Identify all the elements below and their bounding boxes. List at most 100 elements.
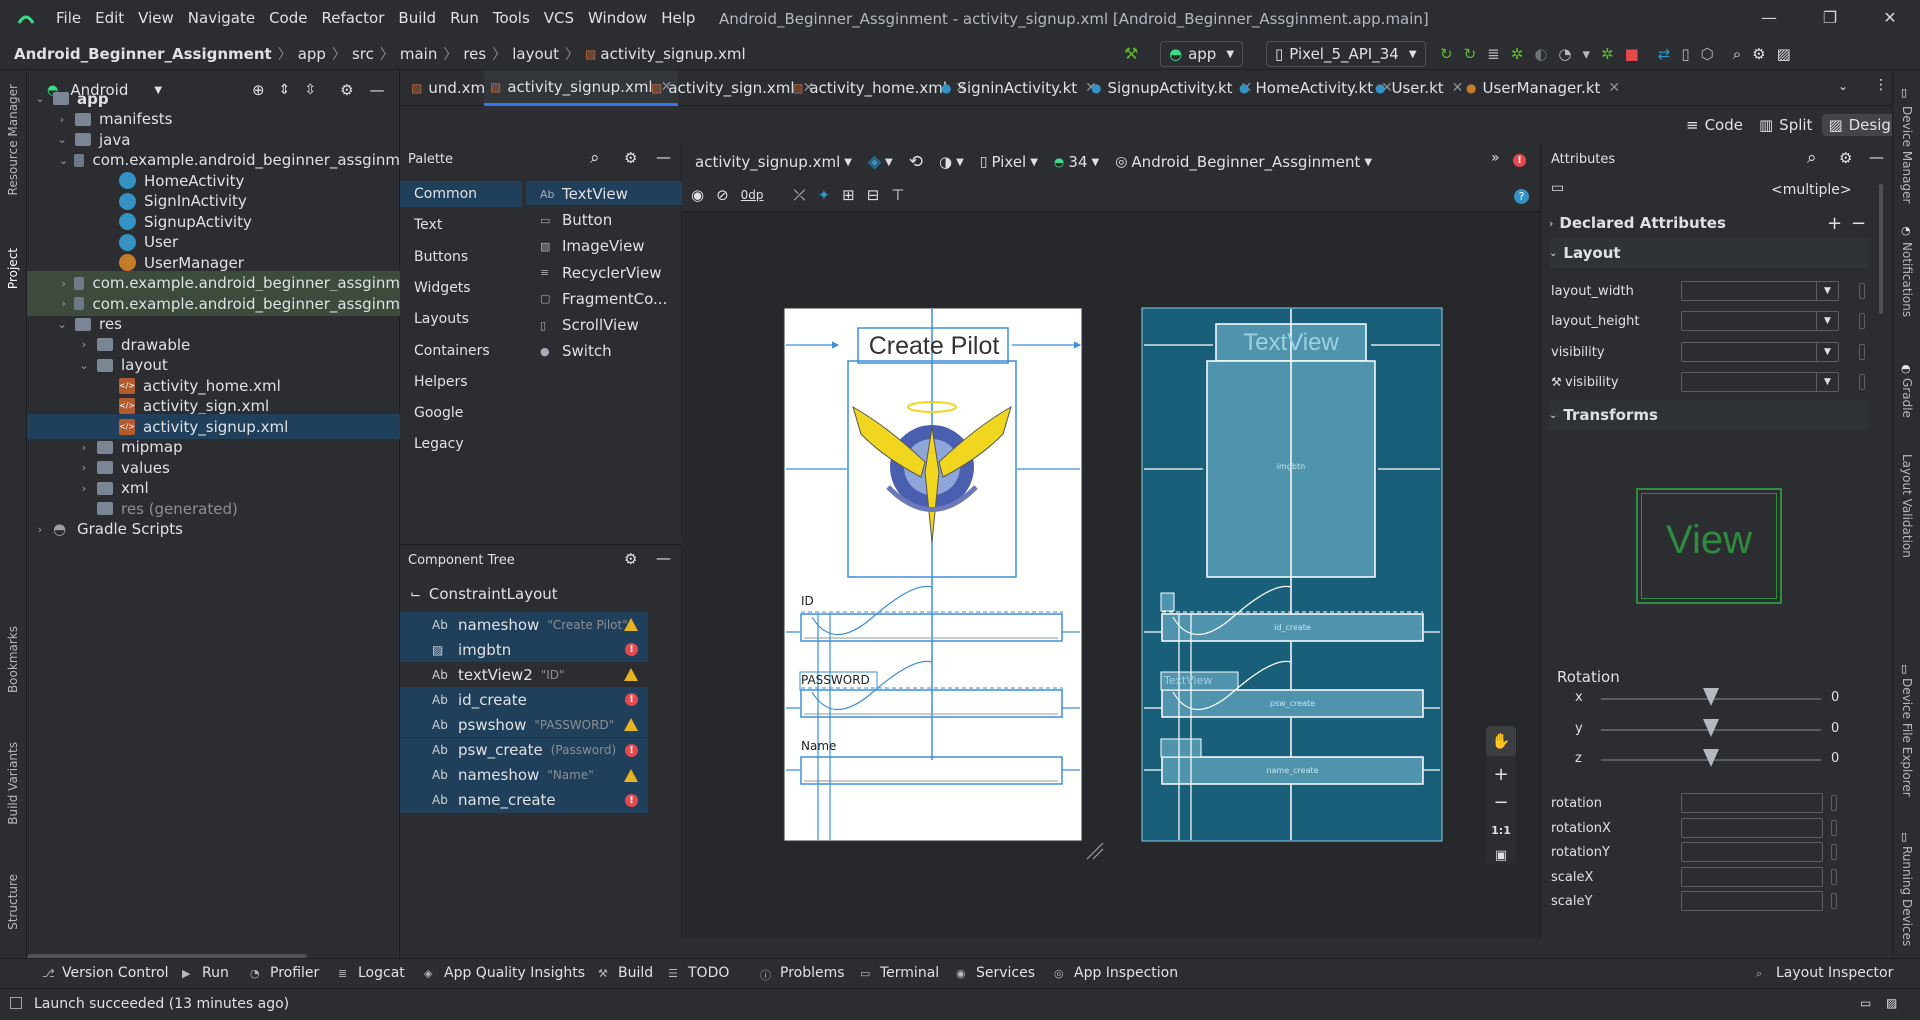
code-mode-button[interactable]: Code bbox=[1705, 116, 1743, 134]
warning-icon[interactable] bbox=[624, 618, 638, 631]
pan-hand-icon[interactable]: ✋ bbox=[1486, 726, 1516, 756]
running-devices-icon[interactable]: ▯ bbox=[1901, 830, 1907, 843]
attribute-resource-picker[interactable] bbox=[1859, 373, 1865, 390]
palette-item[interactable]: ▯ ScrollView bbox=[540, 316, 639, 334]
default-margin-value[interactable]: 0dp bbox=[741, 188, 764, 202]
breadcrumb-item[interactable]: layout bbox=[512, 45, 559, 63]
stripe-running-devices[interactable]: Running Devices bbox=[1900, 846, 1914, 946]
attribute-resource-picker[interactable] bbox=[1859, 343, 1865, 360]
menu-vcs[interactable]: VCS bbox=[544, 9, 574, 27]
attribute-value-input[interactable] bbox=[1681, 891, 1823, 912]
warning-icon[interactable] bbox=[624, 768, 638, 782]
apply-changes-restart-icon[interactable]: ↻ bbox=[1440, 45, 1453, 63]
gear-icon[interactable]: ⚙ bbox=[624, 149, 637, 167]
palette-item[interactable]: ▭ Button bbox=[540, 211, 612, 229]
error-icon[interactable]: ! bbox=[625, 793, 638, 807]
palette-item[interactable]: ≡ RecyclerView bbox=[540, 264, 662, 282]
palette-category[interactable]: Containers bbox=[414, 343, 490, 359]
stripe-device-file-explorer[interactable]: Device File Explorer bbox=[1900, 678, 1914, 797]
attribute-value-input[interactable] bbox=[1681, 793, 1823, 813]
warning-icon[interactable] bbox=[624, 668, 638, 682]
close-tab-icon[interactable]: ✕ bbox=[1608, 80, 1620, 96]
stripe-notifications[interactable]: Notifications bbox=[1900, 242, 1914, 317]
apply-code-changes-icon[interactable]: ↻ bbox=[1464, 45, 1477, 63]
attribute-value-input[interactable] bbox=[1681, 866, 1823, 887]
bottom-tool-build[interactable]: ⚒ Build bbox=[598, 965, 653, 981]
palette-category[interactable]: Helpers bbox=[414, 374, 468, 390]
breadcrumb-item[interactable]: main bbox=[400, 45, 437, 63]
night-mode-icon[interactable]: ◑ bbox=[939, 153, 952, 171]
chevron-right-icon[interactable]: › bbox=[59, 277, 68, 290]
attribute-resource-picker[interactable] bbox=[1831, 868, 1837, 885]
stripe-device-manager[interactable]: Device Manager bbox=[1900, 106, 1914, 203]
search-icon[interactable]: ⌕ bbox=[1807, 148, 1817, 168]
zoom-actual-size[interactable]: 1:1 bbox=[1486, 824, 1516, 837]
breadcrumb-item[interactable]: Android_Beginner_Assignment bbox=[14, 45, 272, 63]
bottom-tool-todo[interactable]: ☰ TODO bbox=[668, 965, 729, 981]
preview-name-label[interactable]: Name bbox=[801, 739, 836, 753]
editor-tab[interactable]: ● SigninActivity.kt ✕ bbox=[935, 70, 1103, 106]
stripe-layout-validation[interactable]: Layout Validation bbox=[1900, 454, 1914, 558]
menu-navigate[interactable]: Navigate bbox=[188, 9, 255, 27]
component-tree-row[interactable]: Ab nameshow "Name" bbox=[400, 762, 648, 788]
menu-view[interactable]: View bbox=[138, 9, 174, 27]
chevron-down-icon[interactable]: ⌄ bbox=[55, 133, 69, 146]
palette-category[interactable]: Buttons bbox=[414, 249, 468, 265]
blueprint-name-create-label[interactable]: name_create bbox=[1162, 766, 1423, 775]
error-indicator-icon[interactable]: ! bbox=[1513, 154, 1526, 167]
blueprint-imgbtn-label[interactable]: imgbtn bbox=[1207, 462, 1375, 471]
tabs-dropdown-icon[interactable]: ⌄ bbox=[1838, 79, 1848, 93]
device-select[interactable]: ▯ Pixel_5_API_34 ▼ bbox=[1266, 41, 1426, 67]
preview-id-label[interactable]: ID bbox=[801, 594, 814, 608]
remove-attribute-icon[interactable]: − bbox=[1851, 213, 1866, 234]
chevron-right-icon[interactable]: › bbox=[77, 338, 91, 351]
blueprint-id-create-label[interactable]: id_create bbox=[1162, 623, 1423, 632]
menu-run[interactable]: Run bbox=[450, 9, 479, 27]
preview-title-text[interactable]: Create Pilot bbox=[859, 329, 1009, 364]
stripe-project[interactable]: Project bbox=[6, 248, 20, 289]
minimize-button[interactable]: — bbox=[1757, 8, 1781, 30]
chevron-down-icon[interactable]: ⌄ bbox=[33, 92, 47, 105]
attribute-value-select[interactable]: ▼ bbox=[1681, 341, 1839, 362]
palette-category[interactable]: Legacy bbox=[414, 436, 464, 452]
status-memory-icon[interactable]: ▨ bbox=[1886, 996, 1897, 1010]
chevron-right-icon[interactable]: › bbox=[77, 482, 91, 495]
component-tree-row[interactable]: Ab name_create! bbox=[400, 787, 648, 813]
attribute-value-input[interactable] bbox=[1681, 817, 1823, 838]
palette-item[interactable]: ▢ FragmentCo... bbox=[540, 290, 667, 308]
tree-item[interactable]: › ◓ Gradle Scripts bbox=[27, 517, 400, 542]
overflow-chevron-icon[interactable]: » bbox=[1491, 150, 1500, 166]
theme-select[interactable]: Android_Beginner_Assginment bbox=[1131, 153, 1360, 171]
close-window-button[interactable]: ✕ bbox=[1878, 8, 1902, 30]
error-icon[interactable]: ! bbox=[625, 693, 638, 707]
chevron-down-icon[interactable]: ⌄ bbox=[59, 154, 68, 167]
chevron-down-icon[interactable]: ⌄ bbox=[77, 359, 91, 372]
restore-button[interactable]: ❐ bbox=[1818, 8, 1842, 30]
zoom-in-icon[interactable]: + bbox=[1486, 764, 1516, 785]
design-surface-icon[interactable]: ◈ bbox=[868, 152, 881, 172]
palette-category[interactable]: Text bbox=[414, 217, 442, 233]
gear-icon[interactable]: ⚙ bbox=[1839, 149, 1852, 167]
bottom-tool-app-quality-insights[interactable]: ◈ App Quality Insights bbox=[424, 965, 585, 981]
palette-category[interactable]: Google bbox=[414, 405, 463, 421]
chevron-right-icon[interactable]: › bbox=[77, 461, 91, 474]
attribute-value-select[interactable]: ▼ bbox=[1681, 371, 1839, 392]
run-config-select[interactable]: ◓ app ▼ bbox=[1160, 41, 1244, 67]
transforms-section[interactable]: ⌄ Transforms bbox=[1549, 400, 1869, 430]
palette-item[interactable]: ● Switch bbox=[540, 342, 612, 360]
view-options-eye-icon[interactable]: ◉ bbox=[691, 186, 704, 204]
stripe-structure[interactable]: Structure bbox=[6, 874, 20, 930]
sdk-manager-icon[interactable]: ⬡ bbox=[1701, 45, 1714, 63]
api-level-select[interactable]: 34 bbox=[1068, 153, 1087, 171]
chevron-right-icon[interactable]: › bbox=[77, 441, 91, 454]
blueprint-textview-label[interactable]: TextView bbox=[1164, 674, 1212, 687]
chevron-right-icon[interactable]: › bbox=[33, 523, 47, 536]
bottom-tool-logcat[interactable]: ≣ Logcat bbox=[338, 965, 405, 981]
component-tree-row[interactable]: Ab psw_create (Password)! bbox=[400, 737, 648, 763]
editor-tab[interactable]: ● User.kt ✕ bbox=[1369, 70, 1469, 106]
search-icon[interactable]: ⌕ bbox=[590, 148, 600, 168]
bottom-tool-version-control[interactable]: ⎇ Version Control bbox=[42, 965, 169, 981]
breadcrumb-item[interactable]: src bbox=[352, 45, 374, 63]
pack-icon[interactable]: ⊞ bbox=[842, 186, 855, 204]
settings-gear-icon[interactable]: ⚙ bbox=[1752, 45, 1765, 63]
